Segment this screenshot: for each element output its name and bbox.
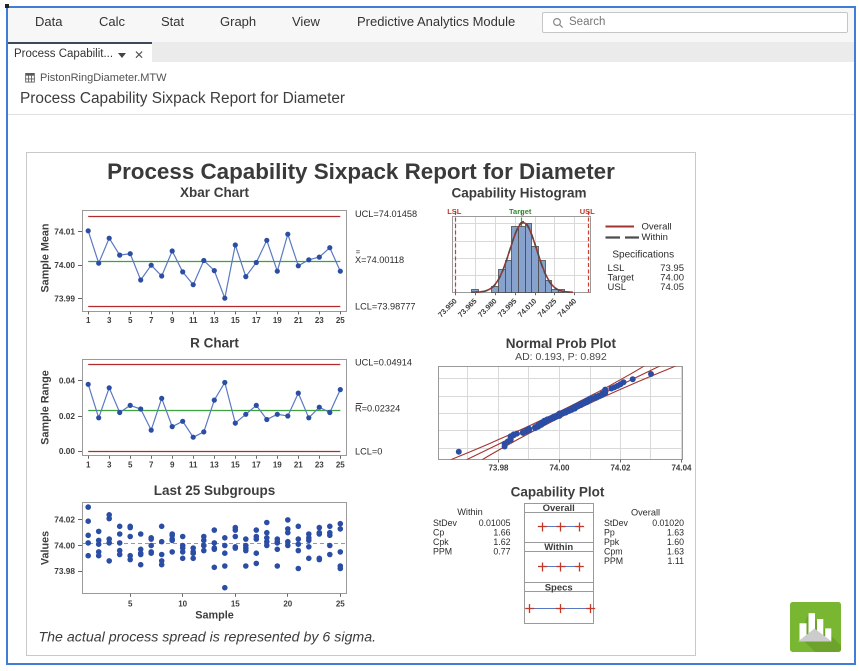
svg-text:0.02: 0.02: [59, 411, 76, 421]
svg-text:Ppk: Ppk: [604, 537, 620, 547]
svg-text:17: 17: [252, 460, 261, 469]
svg-text:7: 7: [149, 460, 154, 469]
svg-text:74.00: 74.00: [549, 464, 570, 473]
svg-text:10: 10: [178, 600, 187, 609]
svg-text:20: 20: [283, 600, 292, 609]
svg-text:0.01005: 0.01005: [479, 518, 511, 528]
svg-text:StDev: StDev: [604, 518, 629, 528]
svg-text:Normal Prob Plot: Normal Prob Plot: [506, 336, 617, 351]
svg-text:UCL=0.04914: UCL=0.04914: [355, 357, 412, 367]
svg-text:Last 25 Subgroups: Last 25 Subgroups: [154, 483, 276, 498]
svg-text:0.04: 0.04: [59, 376, 76, 386]
svg-text:25: 25: [336, 316, 345, 325]
svg-text:74.05: 74.05: [660, 282, 684, 293]
svg-text:1.60: 1.60: [667, 537, 684, 547]
svg-text:73.98: 73.98: [488, 464, 509, 473]
svg-text:74.00: 74.00: [54, 260, 75, 270]
svg-text:Capability Plot: Capability Plot: [511, 485, 605, 500]
svg-text:19: 19: [273, 316, 282, 325]
svg-text:1: 1: [86, 460, 91, 469]
svg-text:Within: Within: [642, 232, 668, 243]
svg-text:Overall: Overall: [642, 221, 672, 232]
svg-text:5: 5: [128, 460, 133, 469]
svg-text:Sample Mean: Sample Mean: [40, 223, 52, 292]
svg-text:X=74.00118: X=74.00118: [355, 255, 404, 265]
svg-text:74.02: 74.02: [610, 464, 631, 473]
svg-text:23: 23: [315, 460, 324, 469]
svg-text:25: 25: [336, 460, 345, 469]
svg-text:74.04: 74.04: [671, 464, 692, 473]
svg-text:9: 9: [170, 316, 175, 325]
svg-text:74.01: 74.01: [54, 226, 75, 236]
svg-text:UCL=74.01458: UCL=74.01458: [355, 209, 417, 219]
svg-text:USL: USL: [608, 282, 626, 293]
svg-text:0.01020: 0.01020: [652, 518, 684, 528]
svg-text:Specs: Specs: [545, 583, 573, 594]
svg-text:7: 7: [149, 316, 154, 325]
svg-text:Xbar Chart: Xbar Chart: [180, 185, 250, 200]
svg-text:PPM: PPM: [604, 556, 623, 566]
svg-text:21: 21: [294, 460, 303, 469]
svg-text:1.11: 1.11: [668, 556, 685, 566]
svg-text:Values: Values: [40, 531, 52, 565]
svg-text:5: 5: [128, 600, 133, 609]
svg-text:The actual process spread is r: The actual process spread is represented…: [39, 630, 377, 646]
svg-text:15: 15: [231, 600, 240, 609]
svg-text:5: 5: [128, 316, 133, 325]
svg-text:11: 11: [189, 460, 198, 469]
svg-text:Overall: Overall: [543, 503, 575, 514]
svg-text:25: 25: [336, 600, 345, 609]
svg-text:LCL=0: LCL=0: [355, 447, 382, 457]
svg-text:LCL=73.98777: LCL=73.98777: [355, 302, 416, 312]
svg-text:73.99: 73.99: [54, 294, 75, 304]
svg-text:0.77: 0.77: [493, 547, 510, 557]
svg-text:9: 9: [170, 460, 175, 469]
svg-text:Target: Target: [509, 207, 532, 216]
svg-text:PPM: PPM: [433, 547, 452, 557]
svg-text:AD: 0.193, P: 0.892: AD: 0.193, P: 0.892: [515, 351, 607, 363]
svg-text:74.02: 74.02: [54, 515, 75, 525]
svg-text:11: 11: [189, 316, 198, 325]
svg-text:13: 13: [210, 460, 219, 469]
svg-text:Specifications: Specifications: [612, 250, 674, 261]
svg-text:Cp: Cp: [433, 528, 444, 538]
svg-text:Cpk: Cpk: [433, 537, 449, 547]
svg-text:R Chart: R Chart: [190, 336, 239, 351]
svg-text:13: 13: [210, 316, 219, 325]
svg-text:23: 23: [315, 316, 324, 325]
svg-text:19: 19: [273, 460, 282, 469]
svg-text:3: 3: [107, 316, 112, 325]
svg-text:1.66: 1.66: [493, 528, 510, 538]
svg-text:1: 1: [86, 316, 91, 325]
svg-text:3: 3: [107, 460, 112, 469]
svg-text:Sample Range: Sample Range: [40, 370, 52, 444]
svg-text:Within: Within: [457, 507, 483, 517]
svg-text:StDev: StDev: [433, 518, 458, 528]
svg-text:17: 17: [252, 316, 261, 325]
svg-text:Capability Histogram: Capability Histogram: [451, 186, 586, 201]
svg-text:Within: Within: [544, 542, 573, 553]
svg-text:74.00: 74.00: [54, 540, 75, 550]
svg-text:R=0.02324: R=0.02324: [355, 404, 400, 414]
svg-text:1.62: 1.62: [493, 537, 510, 547]
svg-text:Process Capability Sixpack Rep: Process Capability Sixpack Report for Di…: [107, 159, 615, 184]
svg-text:USL: USL: [580, 207, 595, 216]
svg-text:0.00: 0.00: [59, 446, 76, 456]
svg-text:15: 15: [231, 316, 240, 325]
svg-text:Sample: Sample: [195, 610, 233, 622]
svg-text:Overall: Overall: [631, 508, 660, 518]
svg-text:15: 15: [231, 460, 240, 469]
svg-text:73.98: 73.98: [54, 566, 75, 576]
svg-text:LSL: LSL: [447, 207, 462, 216]
svg-text:21: 21: [294, 316, 303, 325]
